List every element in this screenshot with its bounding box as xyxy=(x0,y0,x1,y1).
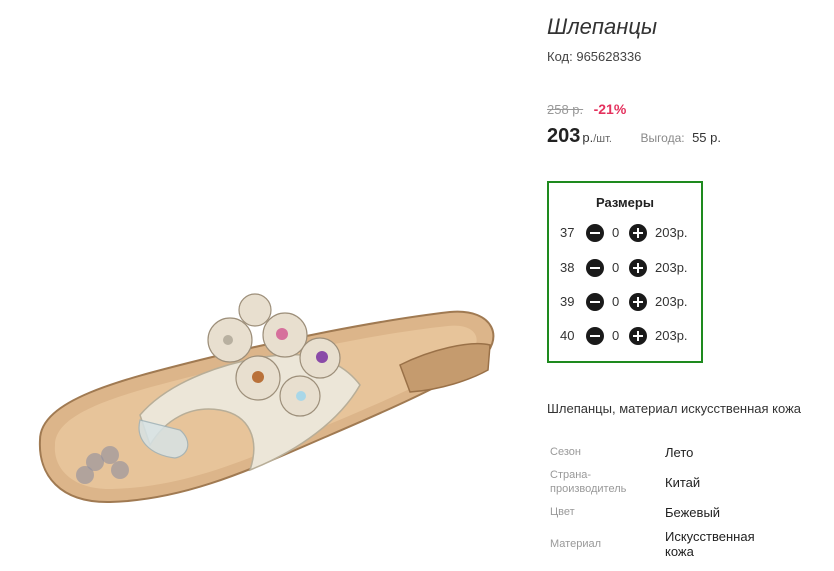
increase-quantity-button[interactable] xyxy=(629,293,647,311)
product-code-label: Код: xyxy=(547,49,573,64)
decrease-quantity-button[interactable] xyxy=(586,327,604,345)
quantity-value: 0 xyxy=(612,260,620,275)
size-row: 39 0 203р. xyxy=(549,292,701,312)
increase-quantity-button[interactable] xyxy=(629,259,647,277)
size-label: 38 xyxy=(560,260,575,275)
saving-value: 55 р. xyxy=(692,130,721,145)
discount-badge: -21% xyxy=(593,101,627,117)
spec-value: Бежевый xyxy=(665,505,721,520)
sizes-selector: Размеры 37 0 203р. 38 0 203р. 39 0 203р.… xyxy=(547,181,703,363)
increase-quantity-button[interactable] xyxy=(629,224,647,242)
decrease-quantity-button[interactable] xyxy=(586,224,604,242)
spec-value: Лето xyxy=(665,445,694,460)
size-row: 40 0 203р. xyxy=(549,326,701,346)
price-row: 203 р./шт. Выгода: 55 р. xyxy=(547,125,721,148)
product-image[interactable] xyxy=(0,0,540,571)
size-price: 203р. xyxy=(655,294,688,309)
product-description: Шлепанцы, материал искусственная кожа xyxy=(547,401,802,416)
old-price: 258 р. xyxy=(547,102,584,117)
spec-label: Материал xyxy=(550,538,601,550)
spec-label: Цвет xyxy=(550,506,575,518)
sizes-title: Размеры xyxy=(596,195,654,210)
spec-value: Искусственная кожа xyxy=(665,529,755,559)
price-currency: р. xyxy=(582,130,594,145)
size-price: 203р. xyxy=(655,260,688,275)
product-code: Код: 965628336 xyxy=(547,49,641,64)
saving-label: Выгода: xyxy=(640,131,685,145)
size-row: 38 0 203р. xyxy=(549,258,701,278)
quantity-value: 0 xyxy=(612,328,620,343)
increase-quantity-button[interactable] xyxy=(629,327,647,345)
spec-label: Сезон xyxy=(550,446,581,458)
size-label: 37 xyxy=(560,225,575,240)
size-label: 40 xyxy=(560,328,575,343)
price-per-unit: /шт. xyxy=(593,133,612,145)
decrease-quantity-button[interactable] xyxy=(586,293,604,311)
old-price-row: 258 р. -21% xyxy=(547,101,626,119)
current-price: 203 xyxy=(547,125,581,147)
size-price: 203р. xyxy=(655,225,688,240)
quantity-value: 0 xyxy=(612,294,620,309)
product-title: Шлепанцы xyxy=(547,14,658,39)
size-row: 37 0 203р. xyxy=(549,223,701,243)
quantity-value: 0 xyxy=(612,225,620,240)
decrease-quantity-button[interactable] xyxy=(586,259,604,277)
sandal-illustration xyxy=(38,293,495,504)
spec-value: Китай xyxy=(665,475,701,490)
product-code-value: 965628336 xyxy=(576,49,642,64)
spec-label: Страна-производитель xyxy=(550,469,627,495)
size-label: 39 xyxy=(560,294,575,309)
size-price: 203р. xyxy=(655,328,688,343)
